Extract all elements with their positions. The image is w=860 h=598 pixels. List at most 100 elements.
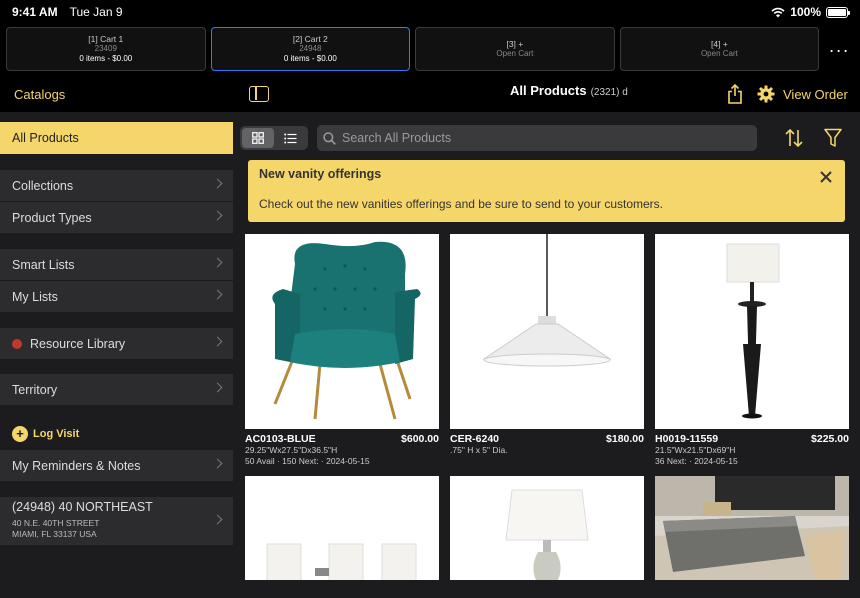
product-image <box>450 234 644 429</box>
table-lamp-image <box>505 489 589 580</box>
vanity-light-image <box>266 543 417 580</box>
cart-title: [1] Cart 1 <box>88 34 124 44</box>
sidebar-item-smart-lists[interactable]: Smart Lists <box>0 249 233 281</box>
product-card[interactable]: AC0103-BLUE $600.00 29.25"Wx27.5"Dx36.5"… <box>245 234 439 466</box>
catalogs-button[interactable]: Catalogs <box>14 87 65 102</box>
product-image <box>245 476 439 580</box>
sidebar-item-reminders[interactable]: My Reminders & Notes <box>0 450 233 482</box>
sort-icon[interactable] <box>784 128 804 148</box>
sidebar-item-label: Territory <box>12 382 58 397</box>
cart-title: [2] Cart 2 <box>292 34 328 44</box>
product-image <box>245 234 439 429</box>
sidebar-item-territory[interactable]: Territory <box>0 374 233 406</box>
status-right: 100% <box>771 5 850 19</box>
chevron-right-icon <box>212 336 223 347</box>
sidebar-item-resource-library[interactable]: Resource Library <box>0 328 233 360</box>
product-image <box>450 476 644 580</box>
gear-icon[interactable] <box>757 85 775 103</box>
status-time: 9:41 AM <box>12 5 58 19</box>
search-bar <box>317 125 757 151</box>
toolbar <box>233 112 860 158</box>
product-availability: 36 Next: · 2024-05-15 <box>655 456 738 466</box>
product-image <box>655 476 849 580</box>
resource-library-icon <box>12 338 22 349</box>
announcement-banner: New vanity offerings Check out the new v… <box>248 160 845 222</box>
sidebar-item-label: Product Types <box>12 210 92 225</box>
product-dimensions: .75" H x 5" Dia. <box>450 445 508 455</box>
sidebar-item-collections[interactable]: Collections <box>0 170 233 202</box>
product-count: (2321) d <box>590 87 628 98</box>
product-sku: H0019-11559 <box>655 433 719 445</box>
product-price: $180.00 <box>606 433 644 445</box>
cart-sub: 23409 <box>94 44 117 53</box>
view-order-button[interactable]: View Order <box>783 87 848 102</box>
cart-title: [4] + <box>711 39 728 49</box>
armchair-image <box>272 241 421 420</box>
sidebar-item-product-types[interactable]: Product Types <box>0 202 233 234</box>
sidebar-toggle-icon[interactable] <box>249 86 269 102</box>
log-visit-label: Log Visit <box>33 428 80 440</box>
product-price: $225.00 <box>811 433 849 445</box>
product-price: $600.00 <box>401 433 439 445</box>
banner-title: New vanity offerings <box>259 167 382 181</box>
grid-icon <box>252 132 264 144</box>
sidebar-item-label: All Products <box>12 131 79 145</box>
product-dimensions: 29.25"Wx27.5"Dx36.5"H <box>245 445 338 455</box>
sidebar-item-label: Resource Library <box>30 336 126 351</box>
pendant-lamp-image <box>482 234 612 367</box>
cart-tab-2[interactable]: [2] Cart 2 24948 0 items - $0.00 <box>210 27 411 71</box>
cart-items: 0 items - $0.00 <box>283 54 337 63</box>
list-view-button[interactable] <box>274 128 306 148</box>
chevron-right-icon <box>212 458 223 469</box>
product-card[interactable]: CER-6240 $180.00 .75" H x 5" Dia. <box>450 234 644 455</box>
customer-card[interactable]: (24948) 40 NORTHEAST 40 N.E. 40TH STREET… <box>0 497 233 545</box>
chevron-right-icon <box>212 178 223 189</box>
view-toggle <box>240 126 308 150</box>
more-carts-button[interactable]: ··· <box>824 27 854 73</box>
chevron-right-icon <box>212 257 223 268</box>
chevron-right-icon <box>212 289 223 300</box>
product-card[interactable] <box>450 476 644 580</box>
banner-message: Check out the new vanities offerings and… <box>259 197 664 211</box>
cart-tab-1[interactable]: [1] Cart 1 23409 0 items - $0.00 <box>6 27 206 71</box>
cart-items: 0 items - $0.00 <box>79 54 133 63</box>
customer-address-line-2: MIAMI, FL 33137 USA <box>12 529 97 539</box>
sidebar-item-my-lists[interactable]: My Lists <box>0 281 233 313</box>
share-icon[interactable] <box>726 84 744 104</box>
customer-name: (24948) 40 NORTHEAST <box>12 500 153 514</box>
plus-icon: + <box>12 426 28 442</box>
product-sku: AC0103-BLUE <box>245 433 316 445</box>
grid-view-button[interactable] <box>242 128 274 148</box>
status-date: Tue Jan 9 <box>69 5 123 19</box>
sidebar-item-label: My Lists <box>12 289 58 304</box>
cart-tab-3[interactable]: [3] + Open Cart <box>415 27 615 71</box>
product-card[interactable] <box>655 476 849 580</box>
status-bar: 9:41 AM Tue Jan 9 100% <box>0 0 860 24</box>
filter-icon[interactable] <box>824 128 842 148</box>
chevron-right-icon <box>212 382 223 393</box>
cart-bar: [1] Cart 1 23409 0 items - $0.00 [2] Car… <box>0 24 860 76</box>
cart-sub: Open Cart <box>700 49 738 58</box>
search-input[interactable] <box>342 131 742 145</box>
wifi-icon <box>771 7 785 17</box>
cart-title: [3] + <box>506 39 524 49</box>
page-title-text: All Products <box>510 83 587 98</box>
close-icon[interactable] <box>819 170 833 184</box>
search-icon <box>323 131 336 145</box>
product-sku: CER-6240 <box>450 433 500 445</box>
cart-sub: Open Cart <box>496 49 534 58</box>
product-card[interactable] <box>245 476 439 580</box>
sidebar-item-all-products[interactable]: All Products <box>0 122 233 155</box>
sidebar: All Products Collections Product Types S… <box>0 112 233 598</box>
sidebar-item-label: Smart Lists <box>12 257 75 272</box>
product-image <box>655 234 849 429</box>
page-title: All Products (2321) d <box>510 83 628 98</box>
cart-tab-4[interactable]: [4] + Open Cart <box>619 27 820 71</box>
floor-lamp-image <box>726 243 780 419</box>
product-card[interactable]: H0019-11559 $225.00 21.5"Wx21.5"Dx69"H 3… <box>655 234 849 466</box>
battery-percent: 100% <box>790 5 821 19</box>
chevron-right-icon <box>212 210 223 221</box>
log-visit-button[interactable]: + Log Visit <box>12 426 79 442</box>
coffee-table-image <box>655 476 849 580</box>
sidebar-item-label: My Reminders & Notes <box>12 458 141 473</box>
